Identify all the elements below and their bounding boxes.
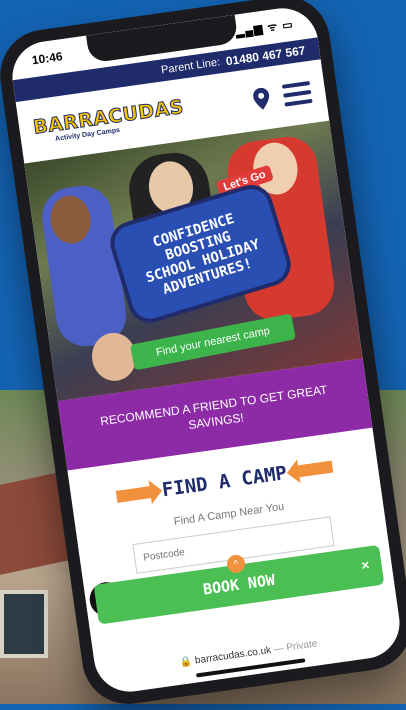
menu-line	[283, 89, 312, 98]
arrow-right-icon	[115, 485, 154, 503]
header-icons	[252, 80, 313, 111]
menu-line	[281, 80, 311, 89]
barracudas-logo[interactable]: BARRACUDAS Activity Day Camps	[31, 95, 186, 145]
arrow-left-icon	[295, 460, 334, 478]
url-domain: barracudas.co.uk	[194, 644, 272, 667]
status-time: 10:46	[31, 49, 64, 68]
hero-banner: Let's Go CONFIDENCE BOOSTING SCHOOL HOLI…	[24, 120, 363, 402]
close-icon[interactable]: ×	[360, 556, 370, 573]
hamburger-menu-icon[interactable]	[281, 80, 313, 107]
background-window	[0, 590, 48, 658]
hero-title: CONFIDENCE BOOSTING SCHOOL HOLIDAY ADVEN…	[144, 210, 262, 298]
find-camp-title: FIND A CAMP	[160, 462, 289, 502]
menu-line	[284, 98, 313, 107]
location-pin-icon[interactable]	[252, 87, 271, 111]
url-private-label: — Private	[273, 638, 319, 656]
book-now-label: BOOK NOW	[201, 570, 277, 599]
lock-icon: 🔒	[179, 655, 194, 669]
status-icons: ▂▄▆ ᯤ ▭	[234, 18, 295, 39]
